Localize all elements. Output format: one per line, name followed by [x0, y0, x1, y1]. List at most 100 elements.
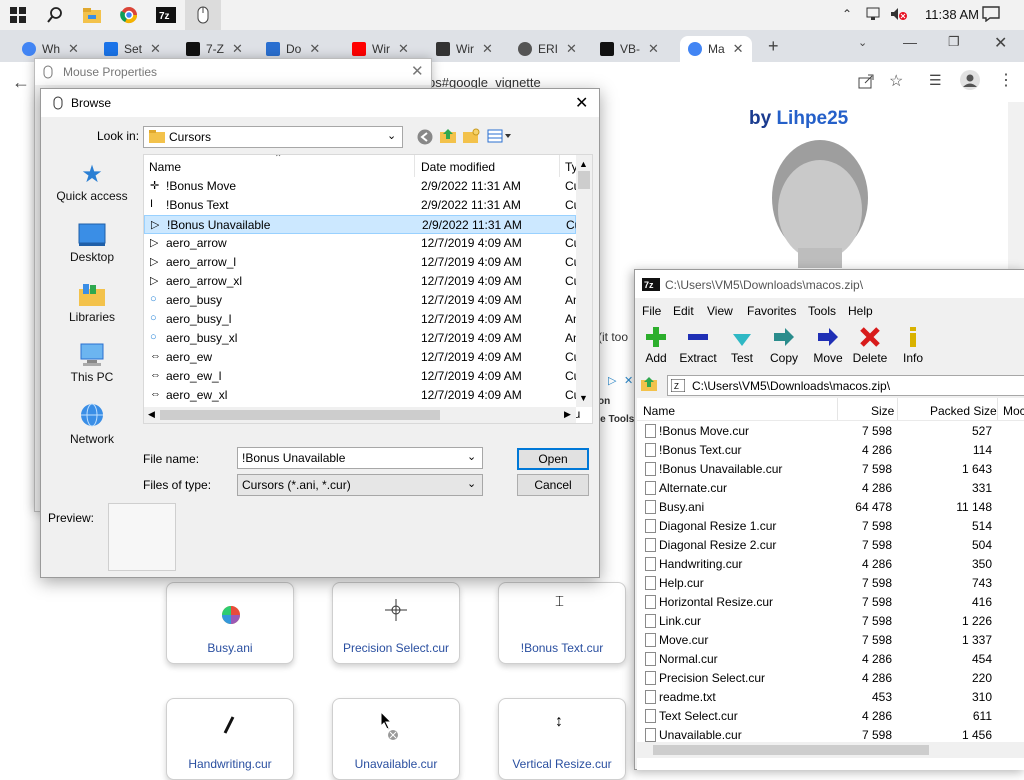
nav-this-pc[interactable]: This PC: [49, 343, 135, 384]
test-button[interactable]: Test: [719, 326, 765, 365]
close-window-button[interactable]: ✕: [994, 33, 1007, 53]
chrome-tab[interactable]: ERI ✕: [518, 36, 577, 62]
archive-row[interactable]: !Bonus Text.cur 4 286 114: [637, 440, 1024, 459]
column-name[interactable]: Name: [149, 160, 181, 174]
archive-row[interactable]: Help.cur 7 598 743: [637, 573, 1024, 592]
file-row[interactable]: ▷ aero_arrow_xl 12/7/2019 4:09 AM Cu: [144, 272, 580, 291]
extract-button[interactable]: Extract: [675, 326, 721, 365]
up-folder-icon[interactable]: [440, 128, 457, 144]
nav-libraries[interactable]: Libraries: [49, 283, 135, 324]
add-button[interactable]: Add: [633, 326, 679, 365]
file-row[interactable]: ⇔ aero_ew_xl 12/7/2019 4:09 AM Cu: [144, 386, 580, 405]
open-button[interactable]: Open: [517, 448, 589, 470]
file-row[interactable]: ✛ !Bonus Move 2/9/2022 11:31 AM Cu: [144, 177, 580, 196]
menu-edit[interactable]: Edit: [673, 304, 694, 318]
file-row[interactable]: ⇔ aero_ew 12/7/2019 4:09 AM Cu: [144, 348, 580, 367]
tab-close-icon[interactable]: ✕: [733, 41, 744, 57]
windows-icon[interactable]: [0, 0, 36, 30]
copy-button[interactable]: Copy: [761, 326, 807, 365]
up-folder-icon[interactable]: [641, 376, 659, 392]
menu-kebab-icon[interactable]: ⋮: [998, 70, 1014, 90]
file-name-input[interactable]: !Bonus Unavailable ⌄: [237, 447, 483, 469]
profile-avatar-icon[interactable]: [960, 70, 980, 93]
tab-close-icon[interactable]: ✕: [232, 41, 243, 57]
archive-row[interactable]: !Bonus Move.cur 7 598 527: [637, 421, 1024, 440]
file-row[interactable]: ○ aero_busy_l 12/7/2019 4:09 AM An: [144, 310, 580, 329]
column-date-modified[interactable]: Date modified: [421, 160, 495, 174]
archive-row[interactable]: Busy.ani 64 478 11 148: [637, 497, 1024, 516]
cursor-card-bonus-text[interactable]: ⌶ !Bonus Text.cur: [498, 582, 626, 664]
file-row[interactable]: ▷ aero_arrow_l 12/7/2019 4:09 AM Cu: [144, 253, 580, 272]
chevron-up-icon[interactable]: ⌃: [842, 7, 852, 21]
chrome-tab[interactable]: Ma ✕: [680, 36, 752, 62]
cursor-card-precision[interactable]: Precision Select.cur: [332, 582, 460, 664]
menu-file[interactable]: File: [642, 304, 661, 318]
new-folder-icon[interactable]: [463, 128, 480, 144]
file-row[interactable]: ▷ aero_arrow 12/7/2019 4:09 AM Cu: [144, 234, 580, 253]
notification-icon[interactable]: [982, 6, 1000, 25]
close-button[interactable]: ✕: [575, 93, 588, 113]
share-icon[interactable]: [858, 73, 874, 92]
bookmark-star-icon[interactable]: ☆: [889, 71, 903, 91]
info-button[interactable]: Info: [890, 326, 936, 365]
cancel-button[interactable]: Cancel: [517, 474, 589, 496]
chevron-down-icon[interactable]: ⌄: [467, 450, 476, 463]
file-row[interactable]: ▷ !Bonus Unavailable 2/9/2022 11:31 AM Cu: [144, 215, 581, 234]
new-tab-button[interactable]: +: [768, 36, 779, 57]
tab-close-icon[interactable]: ✕: [68, 41, 79, 57]
archive-row[interactable]: Move.cur 7 598 1 337: [637, 630, 1024, 649]
tab-close-icon[interactable]: ✕: [566, 41, 577, 57]
archive-row[interactable]: Diagonal Resize 2.cur 7 598 504: [637, 535, 1024, 554]
network-icon[interactable]: [865, 6, 881, 25]
menu-favorites[interactable]: Favorites: [747, 304, 796, 318]
nav-network[interactable]: Network: [49, 403, 135, 446]
scroll-down-arrow-icon[interactable]: ▼: [579, 393, 588, 403]
move-button[interactable]: Move: [805, 326, 851, 365]
restore-button[interactable]: ❐: [948, 34, 960, 50]
file-row[interactable]: I !Bonus Text 2/9/2022 11:31 AM Cu: [144, 196, 580, 215]
file-explorer-icon[interactable]: [74, 0, 110, 30]
scroll-right-arrow-icon[interactable]: ▶: [564, 409, 571, 420]
column-modified[interactable]: Moc: [1003, 404, 1024, 418]
file-list[interactable]: Name ⌃ Date modified Ty ✛ !Bonus Move 2/9/…: [143, 154, 593, 424]
h-scroll-thumb[interactable]: [653, 745, 929, 755]
path-input[interactable]: Z C:\Users\VM5\Downloads\macos.zip\: [667, 375, 1024, 396]
menu-view[interactable]: View: [707, 304, 733, 318]
search-icon[interactable]: [37, 0, 73, 30]
archive-row[interactable]: Link.cur 7 598 1 226: [637, 611, 1024, 630]
ad-close-icon[interactable]: ✕: [624, 374, 633, 387]
volume-muted-icon[interactable]: [890, 6, 908, 25]
archive-row[interactable]: Diagonal Resize 1.cur 7 598 514: [637, 516, 1024, 535]
tab-search-chevron-icon[interactable]: ⌄: [858, 36, 867, 49]
files-of-type-dropdown[interactable]: Cursors (*.ani, *.cur) ⌄: [237, 474, 483, 496]
archive-row[interactable]: Precision Select.cur 4 286 220: [637, 668, 1024, 687]
delete-button[interactable]: Delete: [847, 326, 893, 365]
chrome-icon[interactable]: [111, 0, 147, 30]
clock[interactable]: 11:38 AM: [925, 7, 979, 22]
nav-desktop[interactable]: Desktop: [49, 223, 135, 264]
file-row[interactable]: ○ aero_busy_xl 12/7/2019 4:09 AM An: [144, 329, 580, 348]
media-queue-icon[interactable]: ☰: [929, 72, 942, 89]
column-name[interactable]: Name: [643, 404, 675, 418]
archive-row[interactable]: readme.txt 453 310: [637, 687, 1024, 706]
archive-row[interactable]: Alternate.cur 4 286 331: [637, 478, 1024, 497]
tab-close-icon[interactable]: ✕: [150, 41, 161, 57]
tab-close-icon[interactable]: ✕: [309, 41, 320, 57]
close-button[interactable]: ✕: [411, 62, 424, 80]
byline-author[interactable]: Lihpe25: [776, 108, 848, 129]
menu-tools[interactable]: Tools: [808, 304, 836, 318]
menu-help[interactable]: Help: [848, 304, 873, 318]
vertical-scrollbar[interactable]: ▲ ▼: [576, 155, 592, 407]
cursor-card-busy[interactable]: Busy.ani: [166, 582, 294, 664]
archive-row[interactable]: Handwriting.cur 4 286 350: [637, 554, 1024, 573]
archive-row[interactable]: Text Select.cur 4 286 611: [637, 706, 1024, 725]
scroll-up-arrow-icon[interactable]: ▲: [579, 159, 588, 169]
view-menu-icon[interactable]: [487, 128, 513, 147]
archive-row[interactable]: Horizontal Resize.cur 7 598 416: [637, 592, 1024, 611]
scroll-thumb[interactable]: [578, 171, 590, 189]
archive-row[interactable]: Normal.cur 4 286 454: [637, 649, 1024, 668]
minimize-button[interactable]: —: [903, 34, 917, 50]
ad-choices-icon[interactable]: ▷: [608, 374, 616, 387]
mouse-icon[interactable]: [185, 0, 221, 30]
column-size[interactable]: Size: [871, 404, 894, 418]
